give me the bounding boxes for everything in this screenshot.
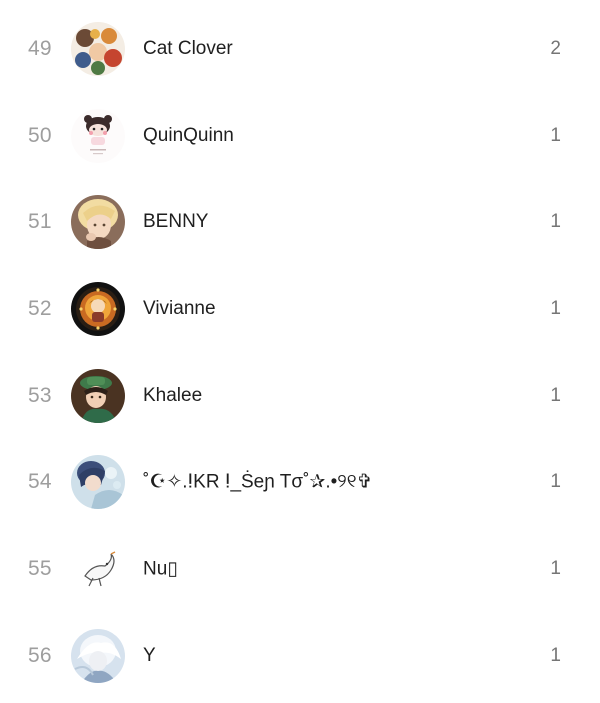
sketch-bird-avatar-icon[interactable] [71, 541, 125, 596]
chibi-bear-avatar-icon[interactable] [71, 108, 125, 163]
item-count: 1 [550, 297, 561, 319]
list-item[interactable]: 50 QuinQuinn 1 [0, 92, 600, 179]
item-count: 1 [550, 124, 561, 146]
item-count: 1 [550, 644, 561, 666]
rank-number: 49 [28, 36, 52, 60]
list-item[interactable]: 49 Cat Clover 2 [0, 5, 600, 92]
list-item[interactable]: 54 ˚☪✧.ⵑKR ⵑ_Ṡeɲ Tσ˚✰.•୨୧✞ 1 [0, 438, 600, 525]
user-name: QuinQuinn [143, 124, 234, 146]
item-count: 1 [550, 470, 561, 492]
rank-number: 56 [28, 643, 52, 667]
rank-number: 52 [28, 296, 52, 320]
item-count: 2 [550, 37, 561, 59]
rank-number: 53 [28, 383, 52, 407]
user-name: Cat Clover [143, 37, 233, 59]
list-item[interactable]: 53 Khalee 1 [0, 352, 600, 439]
lantern-girl-avatar-icon[interactable] [71, 281, 125, 336]
item-count: 1 [550, 210, 561, 232]
rank-number: 51 [28, 209, 52, 233]
user-name: Khalee [143, 384, 203, 406]
green-hat-avatar-icon[interactable] [71, 368, 125, 423]
leaderboard-list: 49 Cat Clover 2 50 QuinQuinn 1 51 BENNY … [0, 0, 600, 703]
list-item[interactable]: 55 Nu▯ 1 [0, 525, 600, 612]
user-name: ˚☪✧.ⵑKR ⵑ_Ṡeɲ Tσ˚✰.•୨୧✞ [143, 471, 373, 492]
rank-number: 55 [28, 556, 52, 580]
user-name: BENNY [143, 210, 209, 232]
blue-hair-avatar-icon[interactable] [71, 454, 125, 509]
user-name: Nu▯ [143, 558, 178, 579]
anime-group-avatar-icon[interactable] [71, 21, 125, 76]
blonde-portrait-avatar-icon[interactable] [71, 194, 125, 249]
item-count: 1 [550, 557, 561, 579]
list-item[interactable]: 52 Vivianne 1 [0, 265, 600, 352]
user-name: Vivianne [143, 297, 216, 319]
rank-number: 54 [28, 469, 52, 493]
user-name: Y [143, 644, 156, 666]
item-count: 1 [550, 384, 561, 406]
white-hair-avatar-icon[interactable] [71, 628, 125, 683]
rank-number: 50 [28, 123, 52, 147]
list-item[interactable]: 56 Y 1 [0, 612, 600, 699]
list-item[interactable]: 51 BENNY 1 [0, 178, 600, 265]
